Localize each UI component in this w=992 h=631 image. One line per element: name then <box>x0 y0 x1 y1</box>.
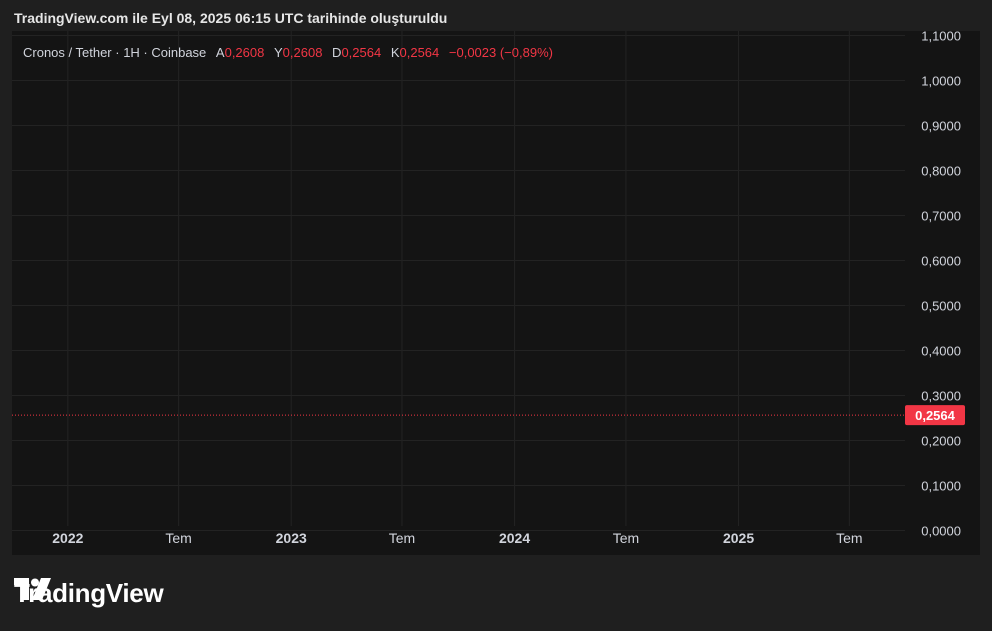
x-tick-label: Tem <box>389 530 415 546</box>
y-tick-label: 0,4000 <box>921 344 961 359</box>
change-value: −0,0023 (−0,89%) <box>448 45 553 60</box>
x-tick-label: Tem <box>836 530 862 546</box>
grid-lines <box>12 31 905 531</box>
y-tick-label: 0,2000 <box>921 434 961 449</box>
y-tick-label: 0,6000 <box>921 254 961 269</box>
last-price-marker: 0,2564 <box>12 405 965 426</box>
chart-panel[interactable]: 1,1000 1,0000 0,9000 0,8000 0,7000 0,6000 0,50… <box>12 31 980 555</box>
high-label: Y <box>273 45 283 60</box>
price-axis: 1,1000 1,0000 0,9000 0,8000 0,7000 0,6000 0,50… <box>921 31 961 539</box>
high-value: 0,2608 <box>282 45 323 60</box>
y-tick-label: 0,7000 <box>921 209 961 224</box>
y-tick-label: 0,0000 <box>921 524 961 539</box>
open-label: A <box>215 45 225 60</box>
y-tick-label: 0,9000 <box>921 119 961 134</box>
tradingview-logo-icon <box>14 578 51 600</box>
open-value: 0,2608 <box>224 45 265 60</box>
x-tick-label: 2025 <box>723 530 754 546</box>
legend: Cronos / Tether · 1H · Coinbase A0,2608 … <box>23 45 553 60</box>
y-tick-label: 0,5000 <box>921 299 961 314</box>
brand[interactable]: TradingView <box>14 578 164 609</box>
y-tick-label: 0,1000 <box>921 479 961 494</box>
y-tick-label: 1,0000 <box>921 74 961 89</box>
last-price-label: 0,2564 <box>915 408 956 423</box>
candlestick-chart[interactable]: 1,1000 1,0000 0,9000 0,8000 0,7000 0,6000 0,50… <box>12 31 980 555</box>
close-label: K <box>390 45 400 60</box>
close-value: 0,2564 <box>399 45 440 60</box>
x-tick-label: 2022 <box>52 530 83 546</box>
x-tick-label: 2024 <box>499 530 530 546</box>
y-tick-label: 0,3000 <box>921 389 961 404</box>
low-value: 0,2564 <box>341 45 382 60</box>
x-tick-label: 2023 <box>276 530 307 546</box>
y-tick-label: 0,8000 <box>921 164 961 179</box>
x-tick-label: Tem <box>165 530 191 546</box>
time-axis: 2022 Tem 2023 Tem 2024 Tem 2025 Tem <box>52 530 862 546</box>
top-caption: TradingView.com ile Eyl 08, 2025 06:15 U… <box>14 10 448 26</box>
symbol-label[interactable]: Cronos / Tether · 1H · Coinbase <box>23 45 206 60</box>
y-tick-label: 1,1000 <box>921 31 961 44</box>
x-tick-label: Tem <box>613 530 639 546</box>
